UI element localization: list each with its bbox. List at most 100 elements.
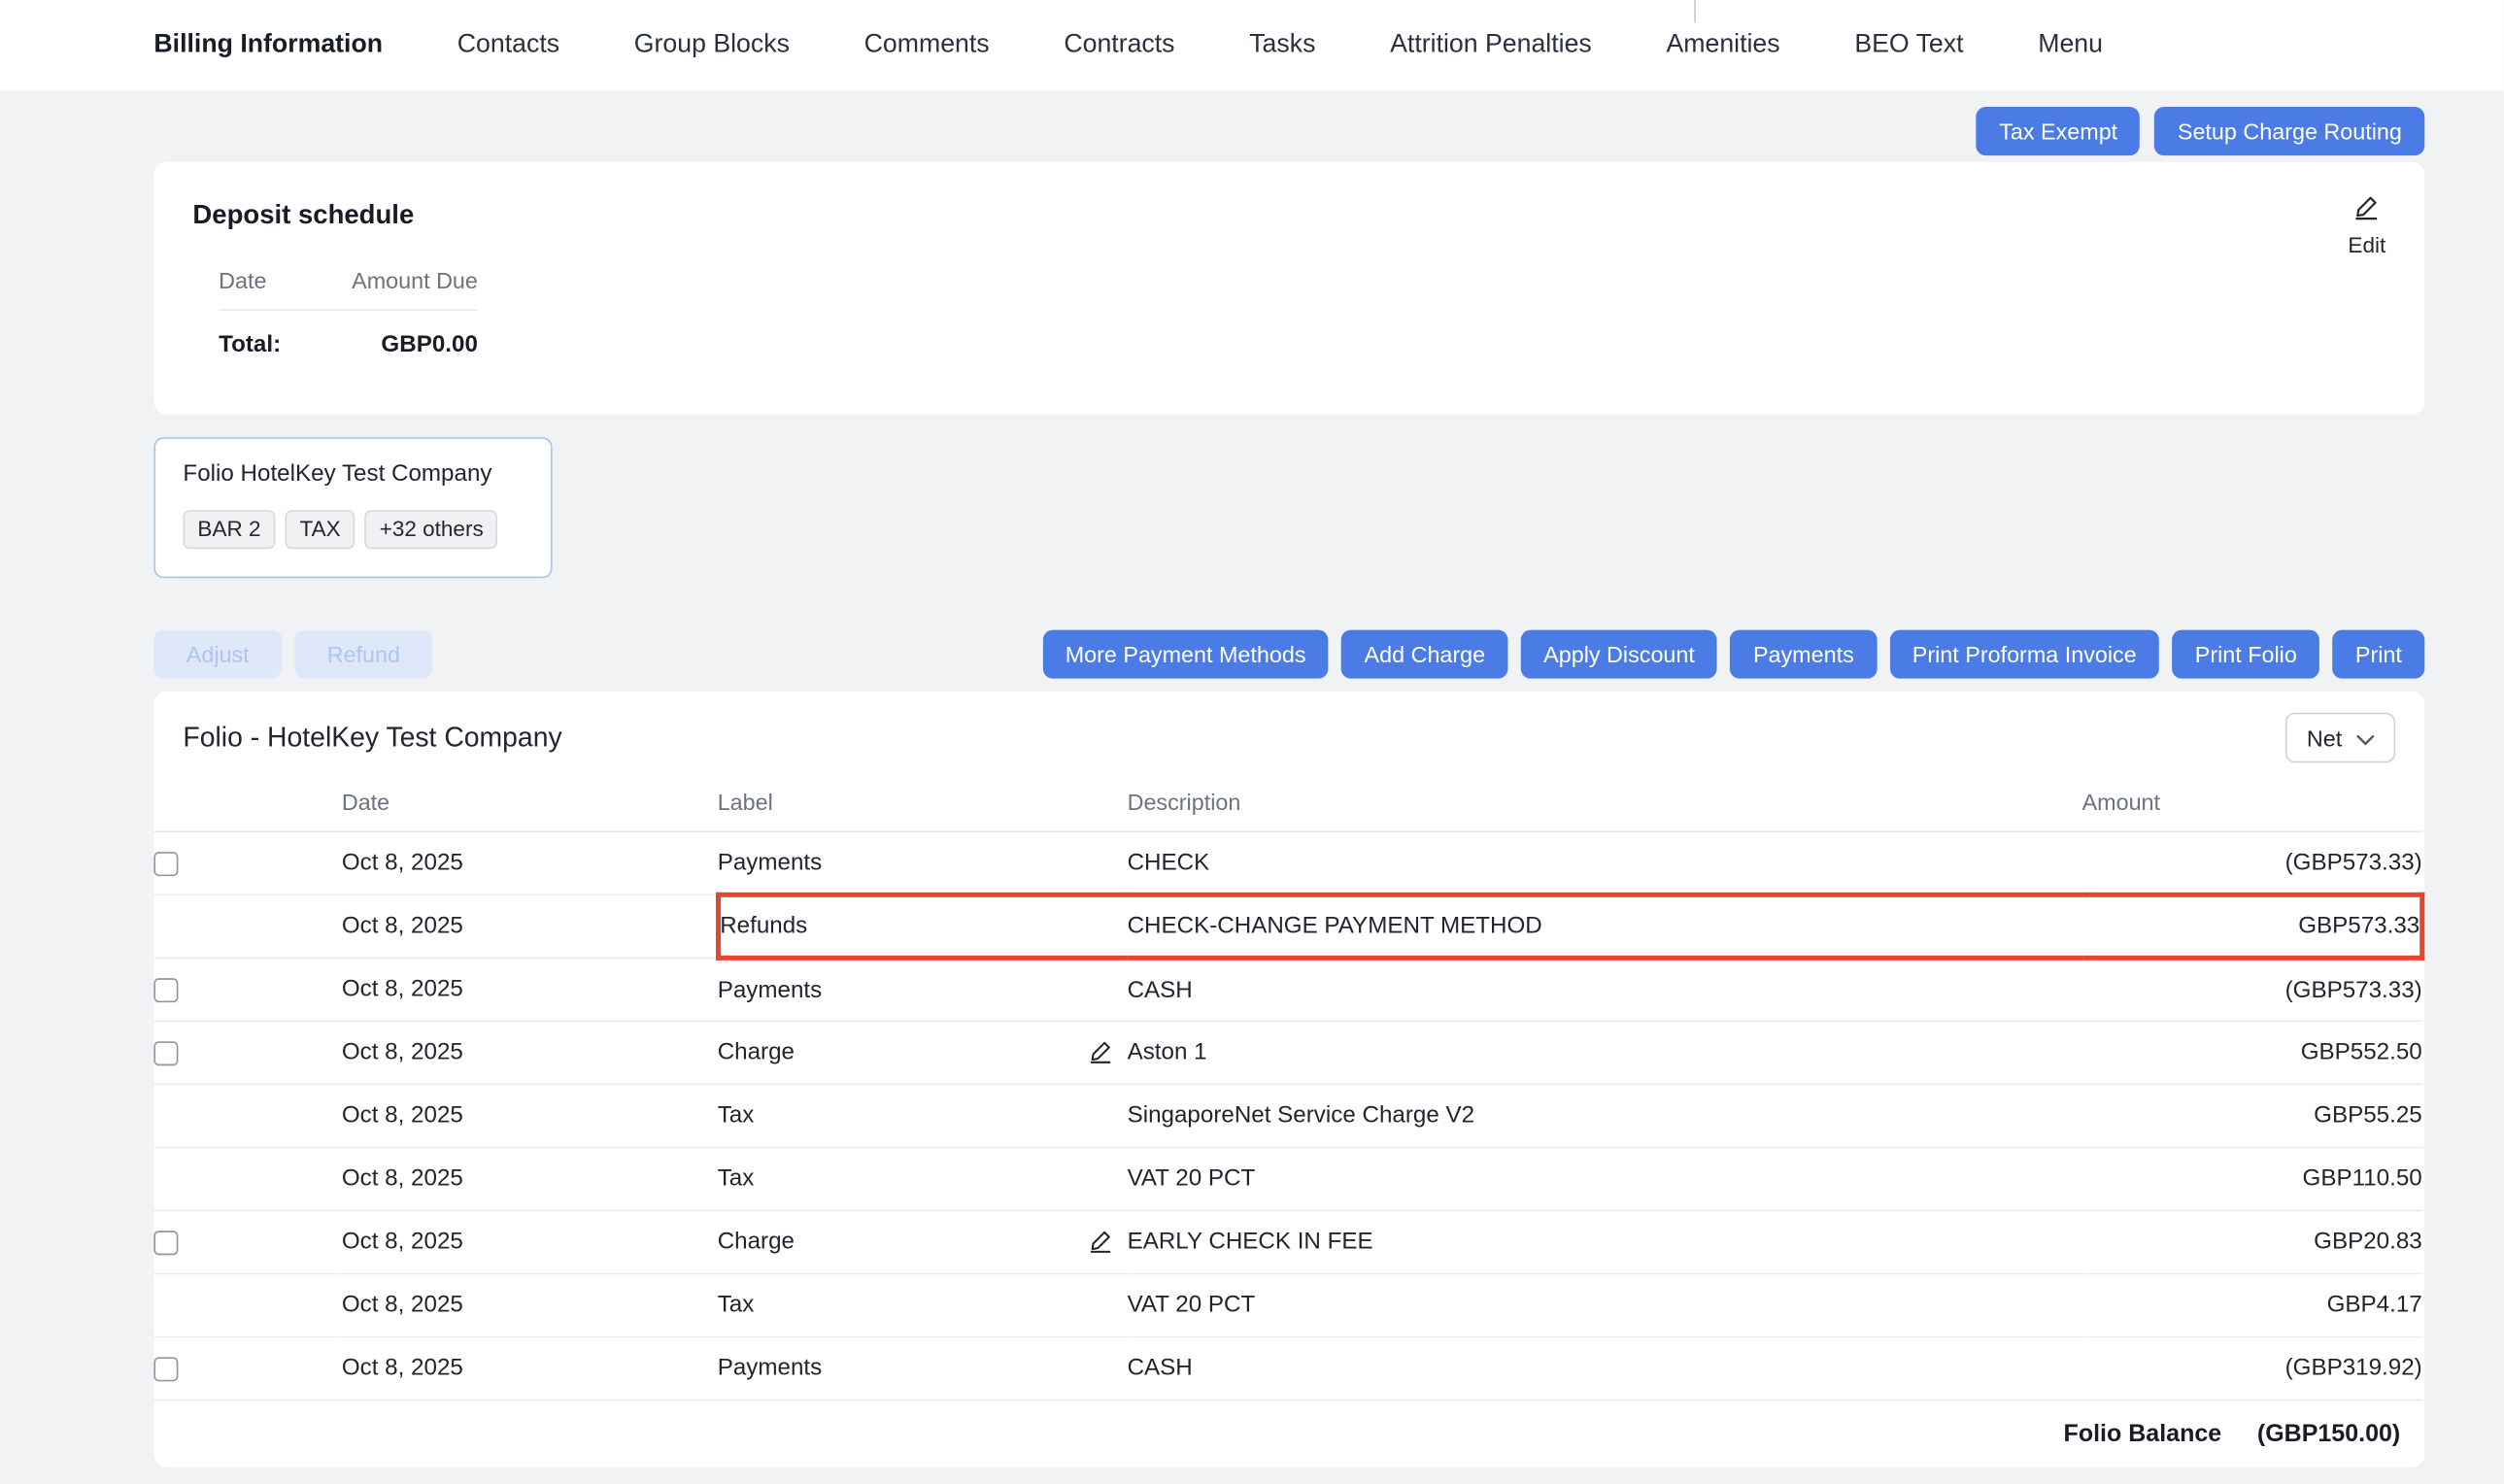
row-description: Aston 1 — [1128, 1040, 1207, 1066]
deposit-total-label: Total: — [219, 332, 328, 358]
table-row: Oct 8, 2025 Tax VAT 20 PCT GBP110.50 — [153, 1147, 2421, 1210]
table-row: Oct 8, 2025 Charge EARLY CHECK IN FEE — [153, 1210, 2421, 1273]
table-row: Oct 8, 2025 Tax VAT 20 PCT GBP4.17 — [153, 1273, 2421, 1336]
row-checkbox[interactable] — [153, 978, 178, 1002]
tab-contracts[interactable]: Contracts — [1064, 31, 1174, 60]
tab-bar: Billing Information Contacts Group Block… — [0, 0, 2504, 90]
row-date: Oct 8, 2025 — [342, 1337, 718, 1400]
row-checkbox[interactable] — [153, 1231, 178, 1255]
deposit-edit-label: Edit — [2348, 233, 2386, 257]
print-folio-button[interactable]: Print Folio — [2172, 630, 2319, 679]
tag-bar-2[interactable]: BAR 2 — [183, 510, 275, 549]
table-row: Oct 8, 2025 Charge Aston 1 — [153, 1021, 2421, 1084]
row-label: Tax — [718, 1273, 1128, 1336]
tab-attrition-penalties[interactable]: Attrition Penalties — [1390, 31, 1592, 60]
more-payment-methods-button[interactable]: More Payment Methods — [1042, 630, 1329, 679]
deposit-total-value: GBP0.00 — [329, 332, 478, 358]
edit-charge-icon[interactable] — [1089, 1039, 1113, 1063]
tab-contacts[interactable]: Contacts — [457, 31, 559, 60]
folio-table-column-headers: Date Label Description Amount — [153, 772, 2421, 831]
column-header-description: Description — [1128, 772, 2082, 831]
row-date: Oct 8, 2025 — [342, 1021, 718, 1084]
tabbar-divider — [1694, 0, 1696, 22]
tag-more-others[interactable]: +32 others — [365, 510, 498, 549]
deposit-table: Date Amount Due Total: GBP0.00 — [219, 267, 478, 357]
table-row: Oct 8, 2025 Payments CHECK (GBP573.33) — [153, 831, 2421, 894]
apply-discount-button[interactable]: Apply Discount — [1521, 630, 1717, 679]
folio-tags: BAR 2 TAX +32 others — [183, 510, 526, 549]
folio-chip-card: Folio HotelKey Test Company BAR 2 TAX +3… — [153, 437, 552, 578]
row-description: VAT 20 PCT — [1128, 1273, 2082, 1336]
row-date: Oct 8, 2025 — [342, 1210, 718, 1273]
row-amount: GBP552.50 — [2082, 1021, 2422, 1084]
row-amount: (GBP573.33) — [2082, 958, 2422, 1021]
row-description: CASH — [1128, 958, 2082, 1021]
row-label: Payments — [718, 958, 1128, 1021]
folio-table-header: Folio - HotelKey Test Company Net — [153, 691, 2424, 762]
row-amount: GBP4.17 — [2082, 1273, 2422, 1336]
folio-actions-row: Adjust Refund More Payment Methods Add C… — [153, 630, 2424, 679]
refund-button[interactable]: Refund — [294, 630, 432, 679]
net-filter-dropdown[interactable]: Net — [2285, 713, 2395, 763]
table-row: Oct 8, 2025 Payments CASH (GBP573.33) — [153, 958, 2421, 1021]
row-description: CASH — [1128, 1337, 2082, 1400]
add-charge-button[interactable]: Add Charge — [1341, 630, 1507, 679]
row-date: Oct 8, 2025 — [342, 894, 718, 958]
row-description: VAT 20 PCT — [1128, 1147, 2082, 1210]
tab-billing-information[interactable]: Billing Information — [153, 31, 383, 60]
row-description: EARLY CHECK IN FEE — [1128, 1230, 1373, 1256]
chevron-down-icon — [2356, 725, 2374, 751]
tag-tax[interactable]: TAX — [286, 510, 355, 549]
row-label: Payments — [718, 831, 1128, 894]
tab-group-blocks[interactable]: Group Blocks — [634, 31, 790, 60]
row-date: Oct 8, 2025 — [342, 1147, 718, 1210]
deposit-schedule-card: Deposit schedule Edit Date Amount Due To… — [153, 162, 2424, 415]
tax-exempt-button[interactable]: Tax Exempt — [1977, 107, 2141, 155]
tab-amenities[interactable]: Amenities — [1666, 31, 1779, 60]
header-actions: Tax Exempt Setup Charge Routing — [0, 107, 2424, 155]
row-date: Oct 8, 2025 — [342, 831, 718, 894]
row-date: Oct 8, 2025 — [342, 958, 718, 1021]
tab-menu[interactable]: Menu — [2038, 31, 2103, 60]
row-label: Charge — [718, 1210, 1128, 1273]
table-row: Oct 8, 2025 Tax SingaporeNet Service Cha… — [153, 1084, 2421, 1147]
row-label: Charge — [718, 1021, 1128, 1084]
folio-balance-value: (GBP150.00) — [2257, 1420, 2400, 1447]
deposit-edit-button[interactable]: Edit — [2348, 194, 2386, 257]
row-label: Payments — [718, 1337, 1128, 1400]
print-proforma-invoice-button[interactable]: Print Proforma Invoice — [1889, 630, 2159, 679]
row-amount: GBP573.33 — [2082, 894, 2422, 958]
net-filter-value: Net — [2307, 725, 2342, 751]
setup-charge-routing-button[interactable]: Setup Charge Routing — [2155, 107, 2425, 155]
deposit-table-header: Date Amount Due — [219, 267, 478, 311]
deposit-schedule-title: Deposit schedule — [192, 201, 2386, 232]
folio-balance-label: Folio Balance — [2064, 1420, 2222, 1447]
payments-button[interactable]: Payments — [1731, 630, 1877, 679]
row-label: Tax — [718, 1147, 1128, 1210]
row-label: Refunds — [718, 894, 1128, 958]
print-button[interactable]: Print — [2333, 630, 2425, 679]
row-checkbox[interactable] — [153, 852, 178, 876]
adjust-button[interactable]: Adjust — [153, 630, 282, 679]
folio-table-title: Folio - HotelKey Test Company — [183, 722, 561, 754]
deposit-col-amount-due: Amount Due — [329, 267, 478, 293]
tab-comments[interactable]: Comments — [864, 31, 990, 60]
folio-table-card: Folio - HotelKey Test Company Net Date L… — [153, 691, 2424, 1467]
edit-charge-icon[interactable] — [1089, 1229, 1113, 1253]
row-date: Oct 8, 2025 — [342, 1084, 718, 1147]
table-row-highlighted: Oct 8, 2025 Refunds CHECK-CHANGE PAYMENT… — [153, 894, 2421, 958]
row-description: SingaporeNet Service Charge V2 — [1128, 1084, 2082, 1147]
tab-beo-text[interactable]: BEO Text — [1854, 31, 1963, 60]
right-actions: More Payment Methods Add Charge Apply Di… — [1042, 630, 2424, 679]
row-checkbox[interactable] — [153, 1041, 178, 1065]
column-header-amount: Amount — [2082, 772, 2422, 831]
folio-balance-row: Folio Balance (GBP150.00) — [153, 1400, 2424, 1467]
deposit-col-date: Date — [219, 267, 328, 293]
page: Billing Information Contacts Group Block… — [0, 0, 2504, 1484]
row-label: Tax — [718, 1084, 1128, 1147]
row-checkbox[interactable] — [153, 1357, 178, 1381]
tab-tasks[interactable]: Tasks — [1249, 31, 1315, 60]
table-row: Oct 8, 2025 Payments CASH (GBP319.92) — [153, 1337, 2421, 1400]
row-amount: (GBP573.33) — [2082, 831, 2422, 894]
deposit-total-row: Total: GBP0.00 — [219, 311, 478, 357]
